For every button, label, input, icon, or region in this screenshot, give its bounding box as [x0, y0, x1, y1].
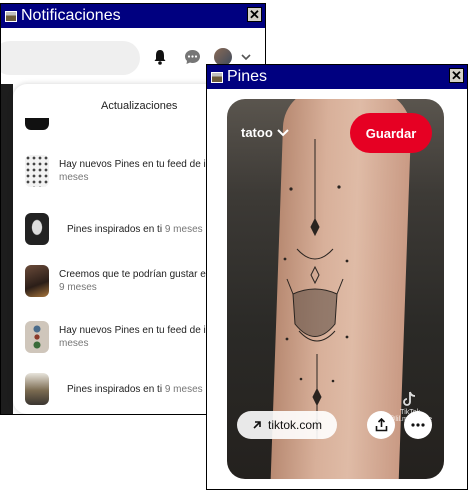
- tiktok-icon: [403, 391, 416, 406]
- chevron-down-icon: [277, 128, 289, 136]
- panel-title: Actualizaciones: [101, 100, 178, 112]
- search-input[interactable]: [1, 41, 140, 75]
- app-icon: [211, 71, 223, 83]
- thumbnail: [25, 118, 49, 130]
- notifications-titlebar[interactable]: Notificaciones ✕: [1, 4, 265, 28]
- source-link-text: tiktok.com: [267, 418, 322, 432]
- pins-titlebar[interactable]: Pines ✕: [207, 65, 467, 89]
- chat-icon[interactable]: [182, 48, 202, 66]
- arrow-up-right-icon: [253, 421, 261, 429]
- pins-window: Pines ✕ tatoo Guardar tiktok.com: [206, 64, 468, 490]
- pins-content: tatoo Guardar TikTok @lil.miss.rose tikt…: [207, 89, 467, 489]
- thumbnail: [25, 155, 49, 187]
- window-title: Notificaciones: [21, 7, 121, 24]
- notification-text: Pines inspirados en ti 9 meses: [67, 383, 203, 395]
- close-button[interactable]: ✕: [449, 68, 464, 83]
- source-link[interactable]: tiktok.com: [237, 411, 337, 439]
- notification-text: Pines inspirados en ti 9 meses: [67, 223, 203, 235]
- pin-image[interactable]: tatoo Guardar TikTok @lil.miss.rose tikt…: [227, 99, 444, 479]
- ellipsis-icon: [411, 423, 425, 427]
- save-button[interactable]: Guardar: [350, 113, 432, 153]
- more-options-button[interactable]: [404, 411, 432, 439]
- chevron-down-icon[interactable]: [239, 50, 253, 64]
- share-icon: [375, 418, 387, 432]
- board-name: tatoo: [241, 125, 273, 140]
- thumbnail: [25, 265, 49, 297]
- close-button[interactable]: ✕: [247, 7, 262, 22]
- thumbnail: [25, 213, 49, 245]
- background-feed: [1, 84, 13, 414]
- window-title: Pines: [227, 68, 268, 85]
- board-selector[interactable]: tatoo: [241, 125, 289, 140]
- thumbnail: [25, 373, 49, 405]
- share-button[interactable]: [367, 411, 395, 439]
- app-icon: [5, 10, 17, 22]
- bell-icon[interactable]: [151, 48, 169, 66]
- thumbnail: [25, 321, 49, 353]
